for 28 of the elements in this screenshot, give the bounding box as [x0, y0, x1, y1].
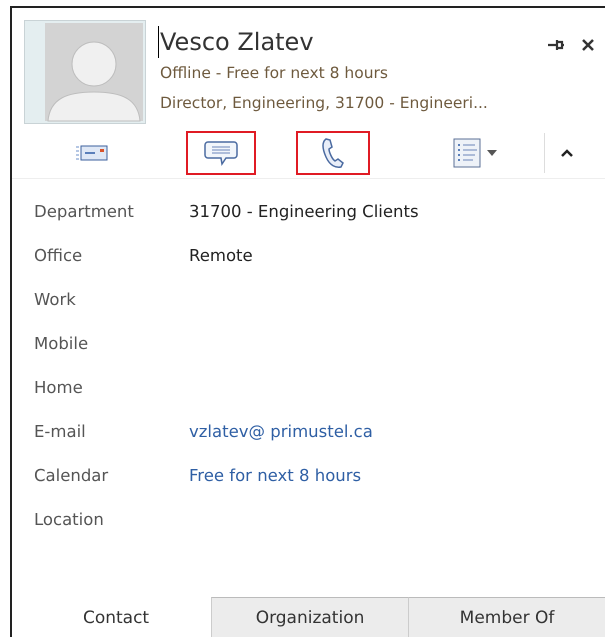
tab[interactable]: Organization [211, 597, 408, 637]
field-label: Work [34, 290, 77, 308]
chat-bubble-icon [204, 140, 238, 166]
toolbar-button[interactable] [296, 131, 370, 175]
field-value: Remote [189, 246, 253, 264]
field-label: E-mail [34, 422, 87, 440]
phone-icon [321, 137, 345, 169]
contact-card-icon [75, 143, 109, 163]
field-label: Department [34, 202, 135, 220]
field-value: 31700 - Engineering Clients [189, 202, 419, 220]
contact-name: Vesco Zlatev [158, 26, 533, 58]
avatar-icon [24, 20, 146, 124]
job-title: Director, Engineering, 31700 - Engineeri... [160, 93, 489, 114]
tab[interactable]: Member Of [408, 597, 605, 637]
field-label: Location [34, 510, 105, 528]
collapse-caret-icon[interactable] [560, 148, 574, 158]
field-label: Home [34, 378, 84, 396]
dropdown-caret-icon [487, 150, 497, 156]
close-icon[interactable] [581, 38, 595, 52]
presence-status: Offline - Free for next 8 hours [160, 63, 389, 84]
pin-icon[interactable] [547, 38, 565, 52]
field-label: Calendar [34, 466, 110, 484]
field-link[interactable]: vzlatev@ primustel.ca [189, 422, 373, 440]
field-link[interactable]: Free for next 8 hours [189, 466, 362, 484]
toolbar-button[interactable] [186, 131, 256, 175]
field-label: Mobile [34, 334, 90, 352]
details-icon [453, 138, 481, 168]
field-label: Office [34, 246, 84, 264]
